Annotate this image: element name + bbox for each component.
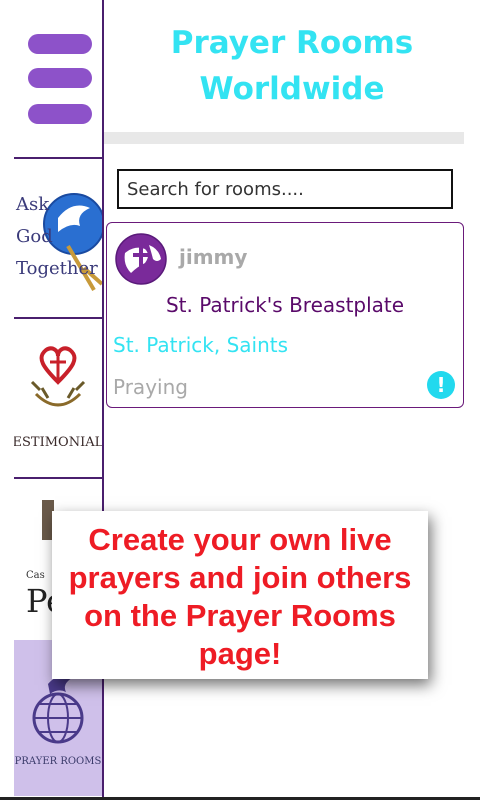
svg-text:Ask: Ask	[15, 194, 50, 215]
sidebar-divider	[14, 477, 104, 479]
room-title: St. Patrick's Breastplate	[165, 293, 405, 317]
tooltip-text: Create your own live prayers and join ot…	[68, 522, 412, 671]
page-title: Prayer Rooms Worldwide	[104, 20, 480, 112]
report-alert-icon[interactable]: !	[427, 371, 455, 399]
sidebar-divider	[14, 157, 104, 159]
onboarding-tooltip: Create your own live prayers and join ot…	[52, 511, 428, 679]
user-avatar	[115, 233, 167, 285]
svg-text:Together: Together	[16, 258, 98, 279]
menu-bar-icon	[28, 104, 92, 124]
sidebar-divider	[14, 317, 104, 319]
sidebar-item-ask-god-together[interactable]: Ask God Together	[14, 160, 105, 316]
room-user-name: jimmy	[179, 245, 248, 269]
menu-bar-icon	[28, 68, 92, 88]
svg-text:PRAYER ROOMS: PRAYER ROOMS	[15, 756, 102, 767]
header-divider	[104, 132, 464, 144]
menu-bar-icon	[28, 34, 92, 54]
title-line-1: Prayer Rooms	[170, 25, 414, 61]
sidebar-item-testimonials[interactable]: TESTIMONIALS	[4, 320, 112, 476]
room-tags: St. Patrick, Saints	[113, 333, 289, 357]
menu-button[interactable]	[0, 0, 102, 158]
sidebar: Ask God Together TESTIMONIALS Cas Pe	[0, 0, 112, 800]
room-status: Praying	[113, 375, 188, 399]
svg-text:TESTIMONIALS: TESTIMONIALS	[14, 435, 102, 450]
svg-text:Cas: Cas	[26, 570, 45, 581]
title-line-2: Worldwide	[199, 71, 385, 107]
room-card[interactable]: jimmy St. Patrick's Breastplate St. Patr…	[106, 222, 464, 408]
search-input[interactable]	[117, 169, 453, 209]
svg-text:God: God	[16, 226, 53, 247]
dove-globe-icon: Ask God Together	[15, 193, 105, 292]
heart-cross-wreath-icon: TESTIMONIALS	[4, 346, 112, 450]
